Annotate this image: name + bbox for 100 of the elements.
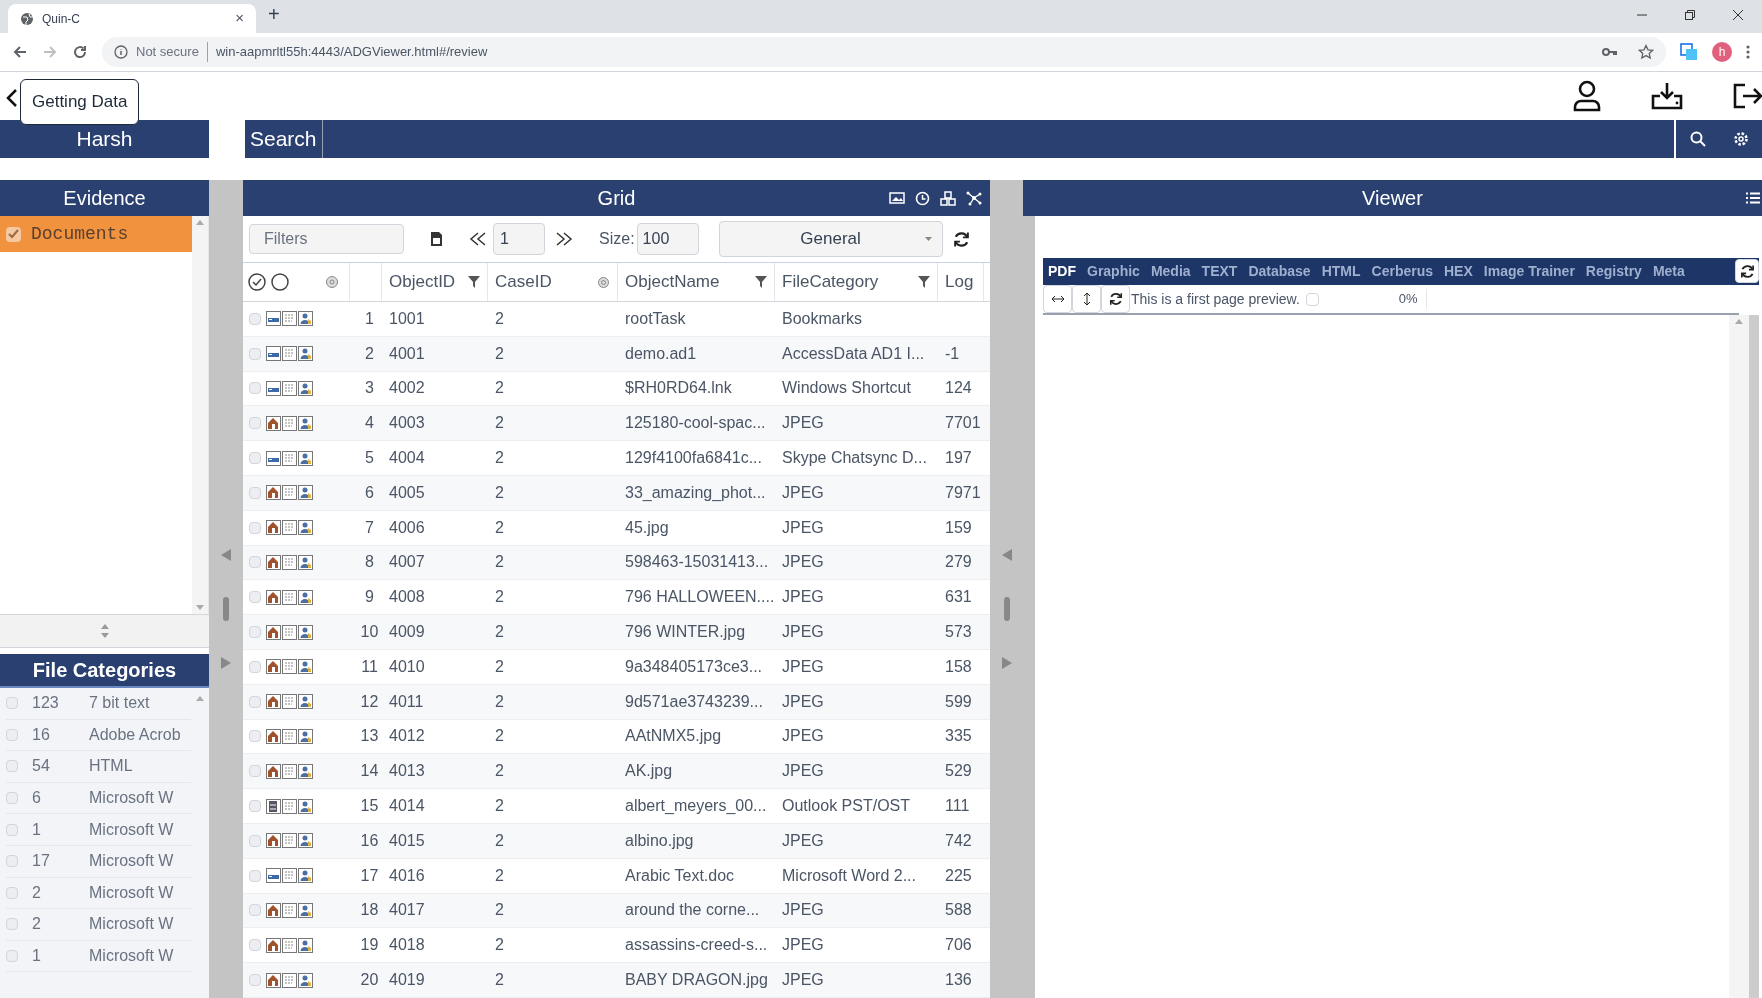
viewer-tab[interactable]: Registry xyxy=(1585,261,1642,282)
grid-row[interactable]: 4 4003 2 125180-cool-spac... JPEG 7701 xyxy=(243,406,990,442)
fit-width-button[interactable] xyxy=(1043,285,1072,313)
grid-row[interactable]: 20 4019 2 BABY DRAGON.jpg JPEG 136 xyxy=(243,963,990,998)
filter-icon[interactable] xyxy=(755,276,767,288)
viewer-tab[interactable]: HTML xyxy=(1321,261,1361,282)
checkbox[interactable] xyxy=(6,697,18,710)
checkbox[interactable] xyxy=(249,660,261,673)
scroll-up-icon[interactable] xyxy=(1735,319,1743,324)
viewer-tab[interactable]: Meta xyxy=(1652,261,1685,282)
settings-icon[interactable] xyxy=(1732,131,1749,147)
checkbox[interactable] xyxy=(6,855,18,868)
viewer-tab[interactable]: Media xyxy=(1150,261,1191,282)
logout-icon[interactable] xyxy=(1732,82,1762,110)
back-icon[interactable] xyxy=(12,44,28,60)
viewer-tab[interactable]: Database xyxy=(1248,261,1311,282)
checkbox[interactable] xyxy=(249,765,261,778)
checkbox[interactable] xyxy=(249,939,261,952)
tab-close-button[interactable]: × xyxy=(235,7,244,30)
star-icon[interactable] xyxy=(1638,44,1654,60)
checkbox[interactable] xyxy=(249,695,261,708)
select-all-icon[interactable] xyxy=(247,272,267,292)
checkbox[interactable] xyxy=(6,728,18,741)
checkbox[interactable] xyxy=(249,591,261,604)
grid-row[interactable]: 8 4007 2 598463-15031413... JPEG 279 xyxy=(243,545,990,581)
rotate-button[interactable] xyxy=(1101,285,1130,313)
checkbox[interactable] xyxy=(249,521,261,534)
checkbox[interactable] xyxy=(249,904,261,917)
first-page-icon[interactable] xyxy=(469,232,487,246)
checkbox[interactable] xyxy=(6,886,18,899)
checkbox[interactable] xyxy=(6,823,18,836)
viewer-tab[interactable]: TEXT xyxy=(1201,261,1238,282)
forward-icon[interactable] xyxy=(42,44,58,60)
new-tab-button[interactable]: + xyxy=(268,0,280,29)
checkbox[interactable] xyxy=(249,486,261,499)
size-field[interactable]: 100 xyxy=(636,223,699,255)
collapse-left-icon[interactable] xyxy=(1001,549,1012,561)
scrollbar-thumb[interactable] xyxy=(1749,315,1759,998)
checkbox[interactable] xyxy=(6,918,18,931)
scroll-up-icon[interactable] xyxy=(196,696,204,701)
deselect-icon[interactable] xyxy=(270,272,290,292)
network-icon[interactable] xyxy=(966,190,982,206)
column-header[interactable]: ObjectID xyxy=(389,269,456,295)
key-icon[interactable] xyxy=(1602,46,1618,58)
filters-field[interactable]: Filters xyxy=(249,224,404,254)
column-settings-icon[interactable] xyxy=(597,275,610,289)
scroll-down-icon[interactable] xyxy=(196,605,204,610)
close-icon[interactable] xyxy=(1732,9,1744,21)
column-header[interactable]: Log xyxy=(945,269,974,295)
browser-tab[interactable]: Quin-C × xyxy=(8,4,256,33)
refresh-icon[interactable] xyxy=(952,230,970,248)
checkbox[interactable] xyxy=(249,452,261,465)
filter-icon[interactable] xyxy=(918,276,930,288)
checkbox[interactable] xyxy=(249,417,261,430)
checkbox[interactable] xyxy=(6,792,18,805)
extension-icon[interactable] xyxy=(1680,43,1698,61)
kebab-menu-icon[interactable] xyxy=(1746,44,1750,60)
list-menu-icon[interactable] xyxy=(1746,192,1760,204)
viewer-tab[interactable]: Cerberus xyxy=(1371,261,1433,282)
checkbox[interactable] xyxy=(249,834,261,847)
grid-row[interactable]: 2 4001 2 demo.ad1 AccessData AD1 I... -1 xyxy=(243,336,990,372)
splitter[interactable] xyxy=(0,614,209,648)
grid-row[interactable]: 18 4017 2 around the corne... JPEG 588 xyxy=(243,893,990,929)
checkbox[interactable] xyxy=(6,950,18,963)
checkbox[interactable] xyxy=(249,347,261,360)
resize-icon[interactable] xyxy=(100,623,109,639)
document-icon[interactable] xyxy=(430,231,443,247)
column-settings-icon[interactable] xyxy=(325,275,339,289)
checkbox[interactable] xyxy=(249,869,261,882)
checkbox[interactable] xyxy=(249,556,261,569)
refresh-button[interactable] xyxy=(1735,259,1759,283)
checkbox[interactable] xyxy=(249,312,261,325)
grid-row[interactable]: 12 4011 2 9d571ae3743239... JPEG 599 xyxy=(243,684,990,720)
checkbox[interactable] xyxy=(6,226,21,242)
address-bar[interactable]: Not secure win-aapmrltl55h:4443/ADGViewer.html#/review xyxy=(102,37,1666,67)
evidence-item[interactable]: Documents xyxy=(0,216,192,252)
expand-right-icon[interactable] xyxy=(1001,657,1012,669)
search-icon[interactable] xyxy=(1689,131,1706,147)
checkbox[interactable] xyxy=(249,382,261,395)
page-field[interactable]: 1 xyxy=(493,223,545,255)
expand-right-icon[interactable] xyxy=(221,657,231,669)
collapse-left-icon[interactable] xyxy=(221,549,231,561)
viewer-tab[interactable]: PDF xyxy=(1048,261,1076,282)
download-icon[interactable] xyxy=(1650,81,1684,111)
column-header[interactable]: ObjectName xyxy=(625,269,720,295)
user-icon[interactable] xyxy=(1572,80,1602,112)
splitter-handle[interactable] xyxy=(223,597,229,621)
image-icon[interactable] xyxy=(889,191,905,205)
grid-row[interactable]: 10 4009 2 796 WINTER.jpg JPEG 573 xyxy=(243,615,990,650)
grid-row[interactable]: 14 4013 2 AK.jpg JPEG 529 xyxy=(243,754,990,790)
cubes-icon[interactable] xyxy=(940,190,956,206)
clock-icon[interactable] xyxy=(915,190,930,206)
checkbox[interactable] xyxy=(249,974,261,987)
checkbox[interactable] xyxy=(249,626,261,639)
preview-checkbox[interactable] xyxy=(1305,292,1319,306)
view-dropdown[interactable]: General xyxy=(718,221,943,257)
column-header[interactable]: CaseID xyxy=(495,269,552,295)
scroll-up-icon[interactable] xyxy=(196,220,204,225)
column-header[interactable]: FileCategory xyxy=(782,269,879,295)
filter-icon[interactable] xyxy=(468,276,480,288)
